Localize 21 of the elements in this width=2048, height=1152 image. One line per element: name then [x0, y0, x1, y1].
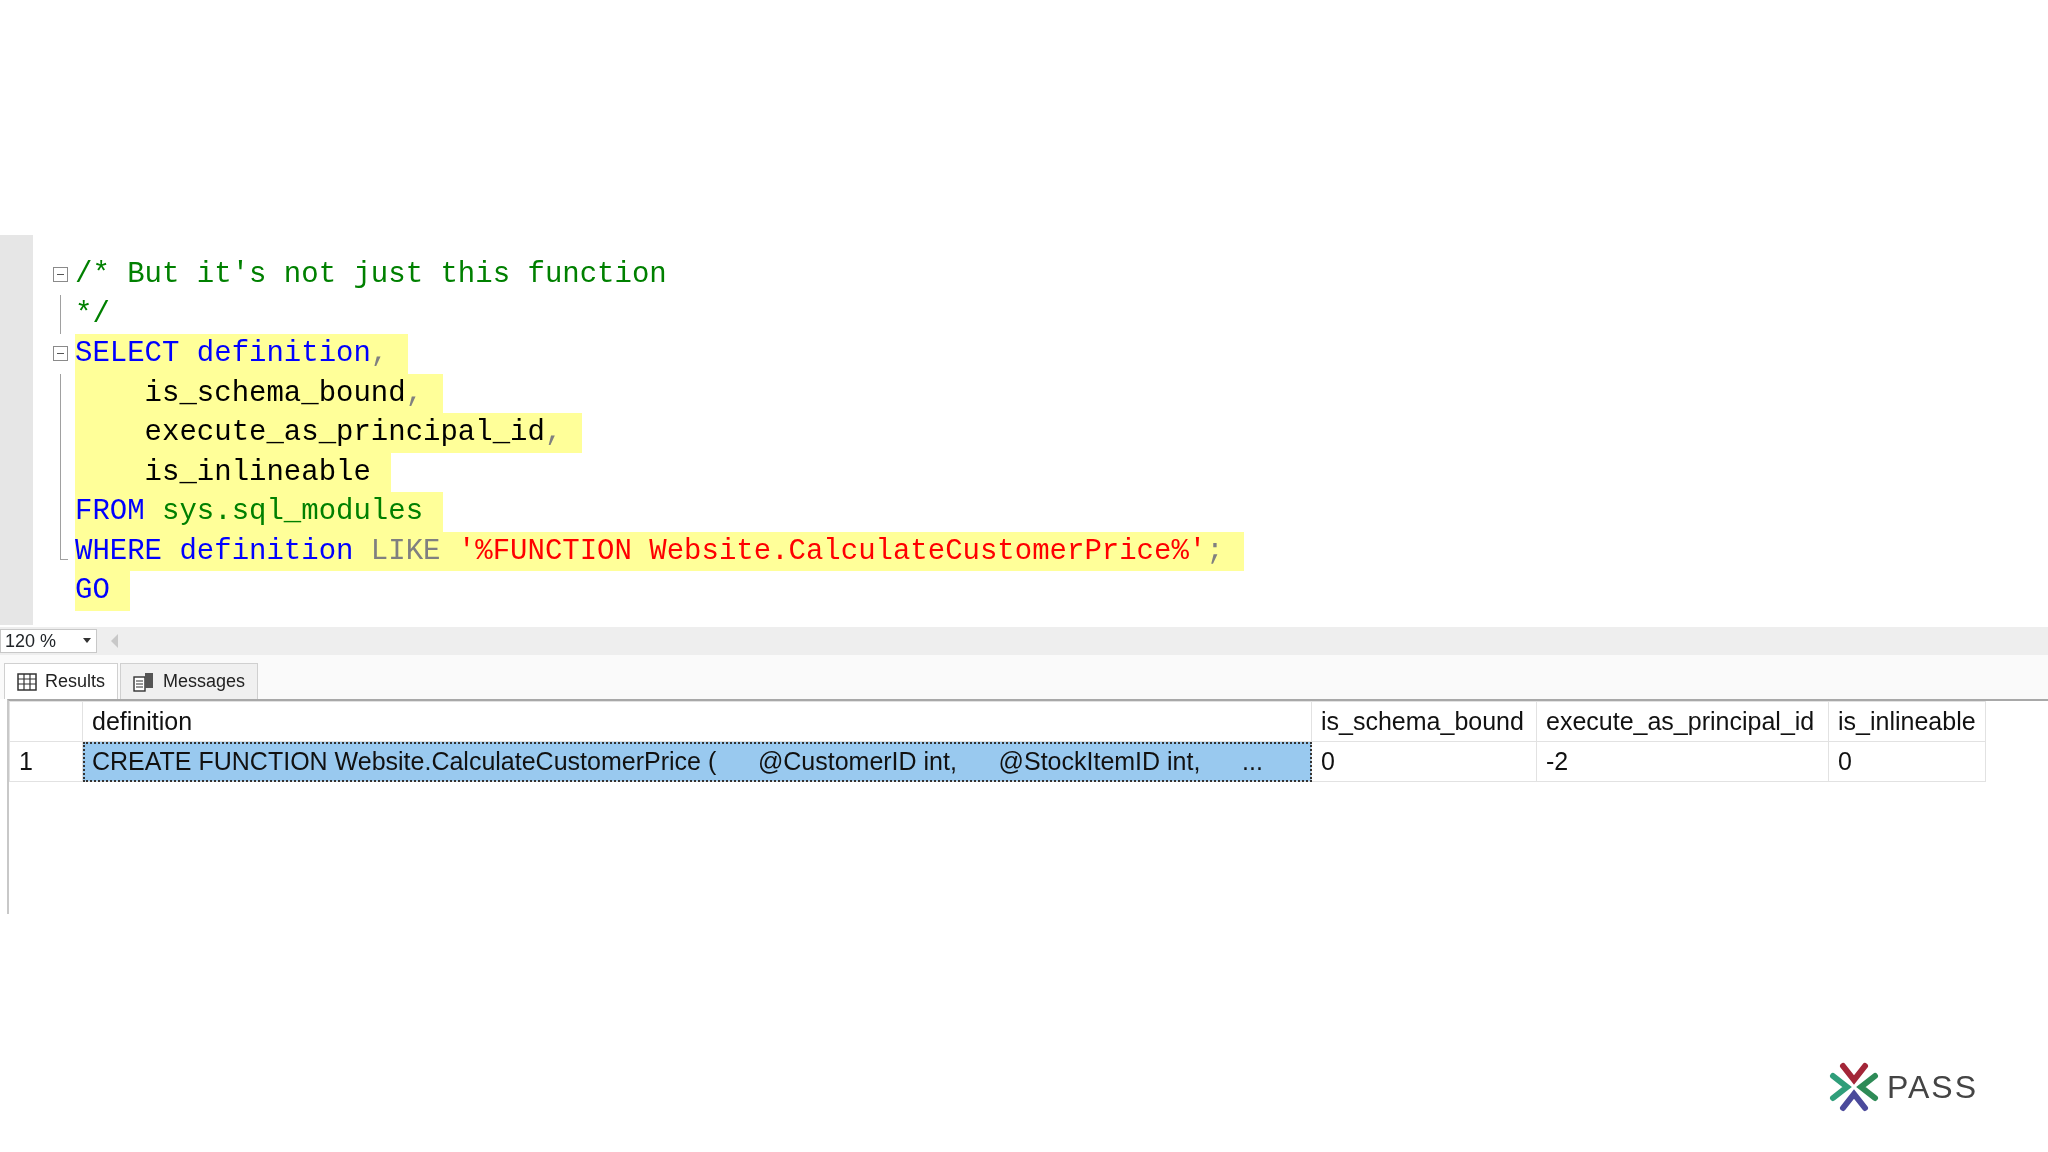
table-cell[interactable]: CREATE FUNCTION Website.CalculateCustomerPrice ( @CustomerID int, @StockItemID int, ...	[82, 741, 1312, 782]
collapse-icon[interactable]	[53, 346, 68, 361]
collapse-icon[interactable]	[53, 267, 68, 282]
column-header[interactable]: is_inlineable	[1828, 701, 1986, 742]
logo-text: PASS	[1887, 1068, 1978, 1107]
caret-icon	[82, 638, 92, 644]
table-cell[interactable]: 0	[1828, 741, 1986, 782]
table-cell[interactable]: -2	[1536, 741, 1829, 782]
zoom-dropdown[interactable]: 120 %	[0, 629, 97, 653]
column-header[interactable]: is_schema_bound	[1311, 701, 1537, 742]
table-cell[interactable]: 0	[1311, 741, 1537, 782]
code-line: /* But it's not just this function	[75, 258, 667, 291]
logo-icon	[1829, 1062, 1879, 1112]
column-header[interactable]: definition	[82, 701, 1312, 742]
code-line: */	[75, 297, 110, 331]
results-tab[interactable]: Messages	[120, 663, 259, 699]
results-tab[interactable]: Results	[4, 663, 119, 699]
row-number[interactable]: 1	[9, 741, 83, 782]
document-icon	[133, 671, 156, 692]
grid-icon	[17, 672, 37, 691]
column-header[interactable]: execute_as_principal_id	[1536, 701, 1829, 742]
